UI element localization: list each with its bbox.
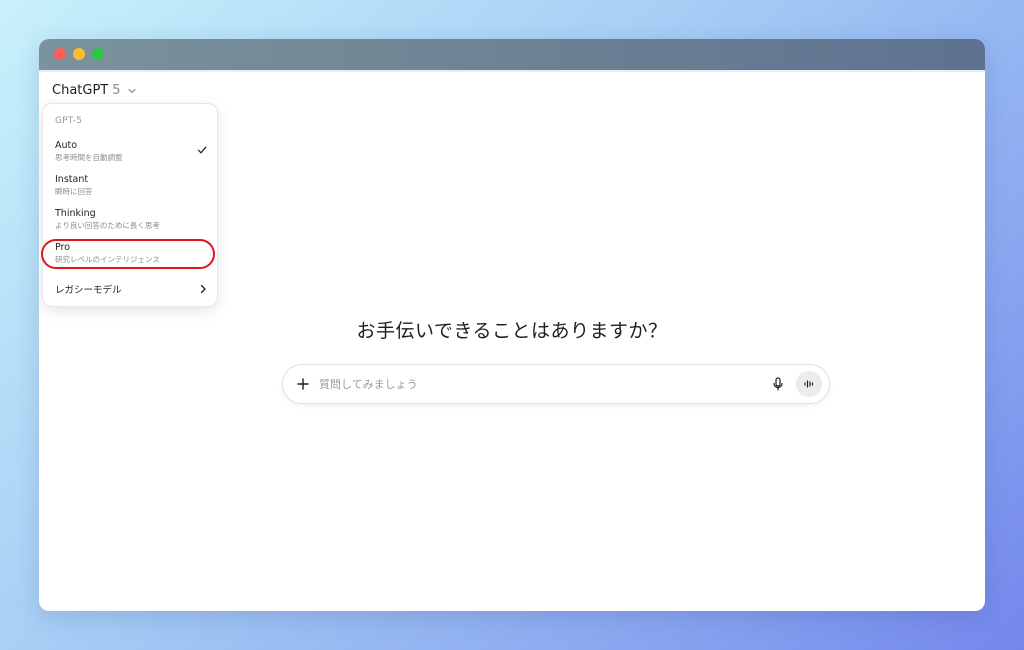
plus-icon[interactable]	[295, 376, 311, 392]
model-menu-section-label: GPT-5	[55, 116, 83, 126]
model-option-title: Auto	[55, 140, 78, 151]
voice-mode-button[interactable]	[796, 371, 822, 397]
model-option-auto[interactable]: Auto 思考時間を自動調整	[55, 140, 207, 163]
chevron-right-icon	[200, 284, 206, 294]
chevron-down-icon	[127, 88, 136, 93]
voice-waveform-icon	[804, 380, 814, 388]
model-option-title: Thinking	[55, 208, 96, 219]
model-option-description: 思考時間を自動調整	[55, 153, 123, 162]
model-switcher[interactable]: ChatGPT 5	[52, 83, 137, 98]
titlebar-divider	[39, 70, 985, 72]
legacy-models-label: レガシーモデル	[55, 285, 122, 296]
page-headline: お手伝いできることはありますか？	[356, 320, 668, 342]
model-name: ChatGPT	[52, 83, 109, 98]
model-option-description: より良い回答のために長く思考	[55, 221, 160, 230]
prompt-input[interactable]	[319, 373, 739, 395]
model-version: 5	[112, 83, 121, 98]
model-option-pro[interactable]: Pro 研究レベルのインテリジェンス	[55, 242, 207, 265]
check-icon	[197, 146, 207, 154]
window-close-button[interactable]	[54, 48, 66, 60]
model-option-title: Pro	[55, 242, 71, 253]
app-window: ChatGPT 5 GPT-5 Auto 思考時間を自動調整 Instant 瞬…	[39, 39, 985, 611]
microphone-icon[interactable]	[770, 376, 786, 392]
model-option-thinking[interactable]: Thinking より良い回答のために長く思考	[55, 208, 207, 231]
model-option-description: 瞬時に回答	[55, 187, 93, 196]
model-menu: GPT-5 Auto 思考時間を自動調整 Instant 瞬時に回答 Think…	[41, 103, 218, 307]
composer	[282, 364, 830, 404]
legacy-models-item[interactable]: レガシーモデル	[55, 282, 207, 296]
model-option-title: Instant	[55, 174, 89, 185]
window-minimize-button[interactable]	[73, 48, 85, 60]
window-titlebar[interactable]	[39, 39, 985, 70]
model-option-description: 研究レベルのインテリジェンス	[55, 255, 160, 264]
window-maximize-button[interactable]	[92, 48, 104, 60]
model-option-instant[interactable]: Instant 瞬時に回答	[55, 174, 207, 197]
